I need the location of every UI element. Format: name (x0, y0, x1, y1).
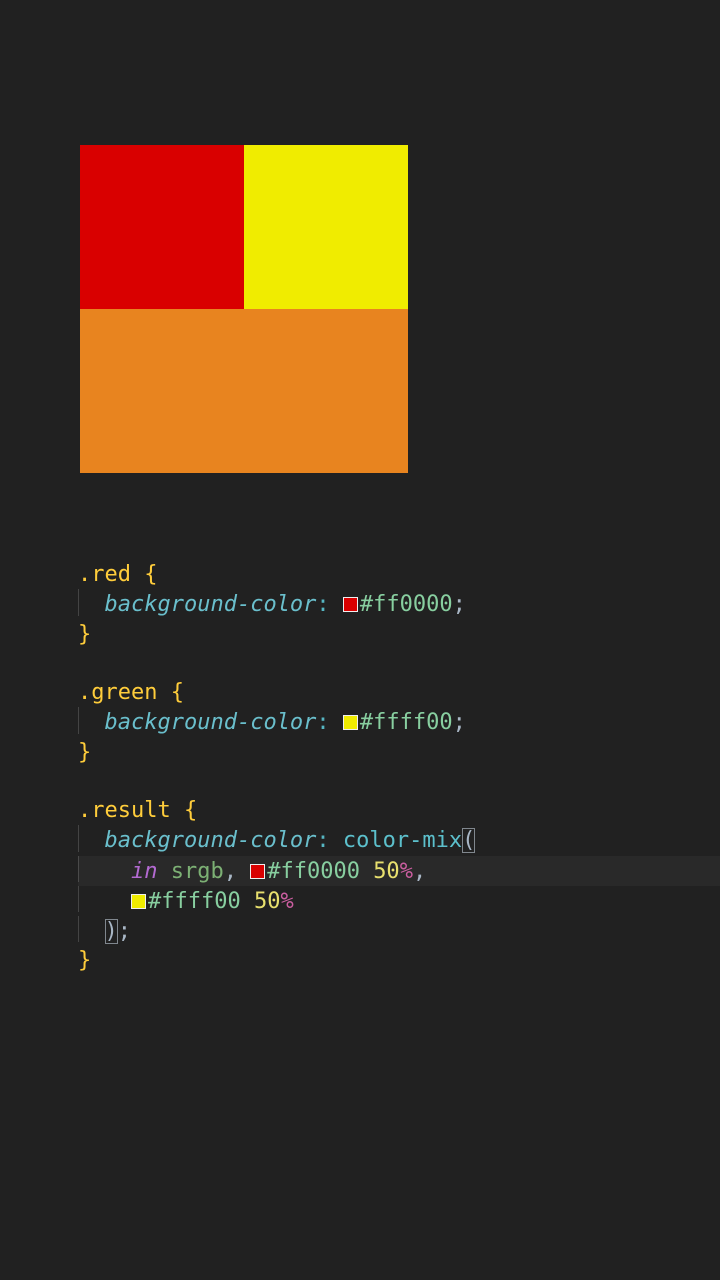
colorspace: srgb (171, 859, 224, 884)
semicolon: ; (118, 919, 131, 944)
brace-close: } (78, 740, 91, 765)
selector: .green (78, 680, 157, 705)
selector: .result (78, 798, 171, 823)
code-line[interactable]: } (78, 946, 670, 975)
code-line[interactable]: } (78, 620, 670, 649)
color-swatch-icon (250, 864, 265, 879)
brace-close: } (78, 948, 91, 973)
preview-panel (80, 145, 408, 473)
swatch-red (80, 145, 244, 309)
property: background-color (105, 828, 317, 853)
code-line[interactable]: ); (78, 916, 670, 946)
color-swatch-icon (343, 715, 358, 730)
swatch-result (80, 309, 408, 473)
code-line-active[interactable]: in srgb, #ff0000 50%, (78, 856, 670, 886)
semicolon: ; (453, 710, 466, 735)
code-line[interactable]: #ffff00 50% (78, 886, 670, 916)
colon: : (316, 828, 329, 853)
brace-open: { (144, 562, 157, 587)
indent-guide (78, 916, 79, 942)
code-line[interactable]: } (78, 738, 670, 767)
indent-guide (78, 707, 79, 733)
paren-close: ) (105, 919, 118, 944)
indent-guide (78, 589, 79, 615)
property: background-color (105, 710, 317, 735)
colon: : (316, 592, 329, 617)
comma: , (413, 859, 426, 884)
brace-close: } (78, 622, 91, 647)
code-line[interactable]: .red { (78, 560, 670, 589)
comma: , (224, 859, 237, 884)
number: 50 (373, 859, 400, 884)
brace-open: { (184, 798, 197, 823)
percent: % (400, 859, 413, 884)
code-line[interactable]: .result { (78, 796, 670, 825)
paren-open: ( (462, 828, 475, 853)
hex-value: #ffff00 (148, 889, 241, 914)
code-line[interactable]: .green { (78, 678, 670, 707)
percent: % (280, 889, 293, 914)
indent-guide (78, 856, 79, 882)
indent-guide (78, 825, 79, 851)
swatch-yellow (244, 145, 408, 309)
semicolon: ; (453, 592, 466, 617)
code-line[interactable]: background-color: color-mix( (78, 825, 670, 855)
blank-line[interactable] (78, 767, 670, 796)
code-editor[interactable]: .red { background-color: #ff0000; } .gre… (78, 560, 670, 976)
function-name: color-mix (343, 828, 462, 853)
brace-open: { (171, 680, 184, 705)
hex-value: #ffff00 (360, 710, 453, 735)
indent-guide (78, 886, 79, 912)
keyword-in: in (131, 859, 158, 884)
code-line[interactable]: background-color: #ff0000; (78, 589, 670, 619)
color-swatch-icon (131, 894, 146, 909)
blank-line[interactable] (78, 649, 670, 678)
code-line[interactable]: background-color: #ffff00; (78, 707, 670, 737)
color-swatch-icon (343, 597, 358, 612)
hex-value: #ff0000 (267, 859, 360, 884)
hex-value: #ff0000 (360, 592, 453, 617)
preview-row-bottom (80, 309, 408, 473)
number: 50 (254, 889, 281, 914)
property: background-color (105, 592, 317, 617)
colon: : (316, 710, 329, 735)
preview-row-top (80, 145, 408, 309)
selector: .red (78, 562, 131, 587)
